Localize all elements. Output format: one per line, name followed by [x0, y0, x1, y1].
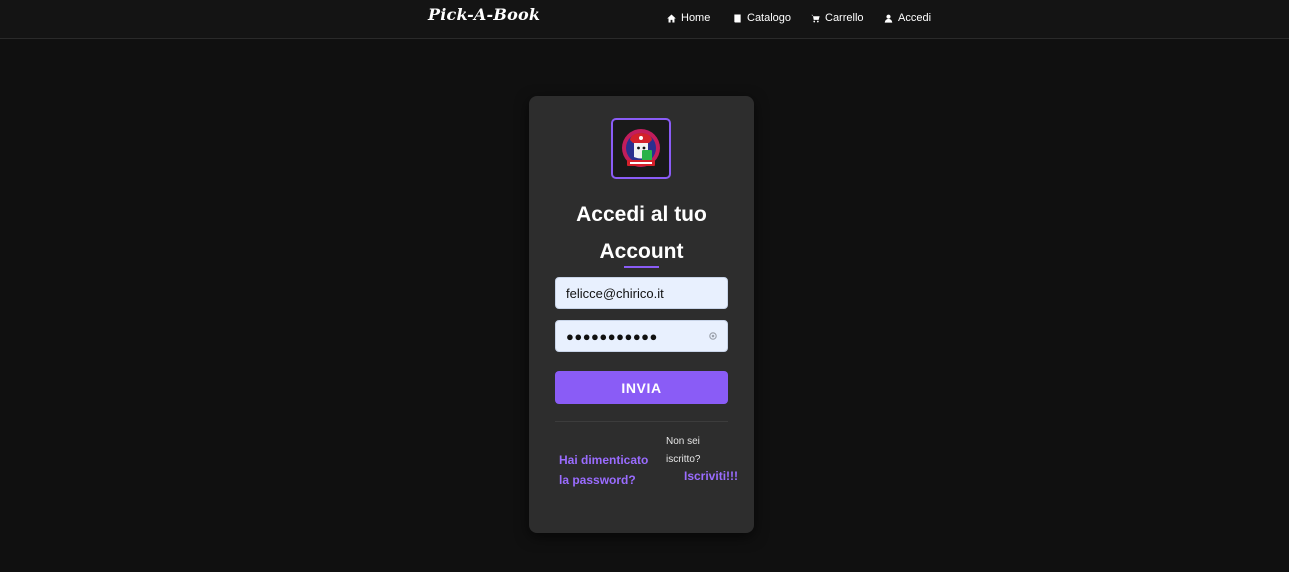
register-link[interactable]: Iscriviti!!! — [684, 467, 738, 485]
cart-icon — [811, 14, 820, 23]
brand-logo-text[interactable]: Pick-A-Book — [428, 5, 540, 24]
password-field[interactable] — [555, 320, 728, 352]
submit-button[interactable]: INVIA — [555, 371, 728, 404]
login-card: Accedi al tuo Account INVIA Hai dimentic… — [529, 96, 754, 533]
navbar: Pick-A-Book Home Catalogo Carrello Acced… — [0, 0, 1289, 39]
nav-carrello[interactable]: Carrello — [811, 10, 864, 26]
eye-icon[interactable] — [707, 330, 719, 342]
nav-home-label: Home — [681, 12, 711, 24]
login-title: Accedi al tuo Account — [529, 196, 754, 270]
nav-accedi-label: Accedi — [898, 12, 932, 24]
book-icon — [733, 13, 742, 23]
nav-accedi[interactable]: Accedi — [884, 10, 931, 26]
title-underline — [624, 266, 659, 268]
nav-home[interactable]: Home — [667, 10, 710, 26]
nav-carrello-label: Carrello — [825, 12, 864, 24]
not-registered-text: Non sei iscritto? — [666, 436, 701, 465]
divider — [555, 421, 728, 422]
user-icon — [884, 14, 893, 23]
email-field[interactable] — [555, 277, 728, 309]
pick-a-book-logo — [611, 118, 671, 179]
login-title-line1: Accedi al tuo — [576, 203, 707, 226]
nav-catalogo[interactable]: Catalogo — [733, 10, 791, 26]
forgot-password-link[interactable]: Hai dimenticato la password? — [559, 450, 659, 490]
home-icon — [667, 13, 676, 23]
nav-catalogo-label: Catalogo — [747, 12, 792, 24]
login-title-line2: Account — [599, 240, 684, 263]
logo-emblem-icon — [622, 128, 660, 167]
